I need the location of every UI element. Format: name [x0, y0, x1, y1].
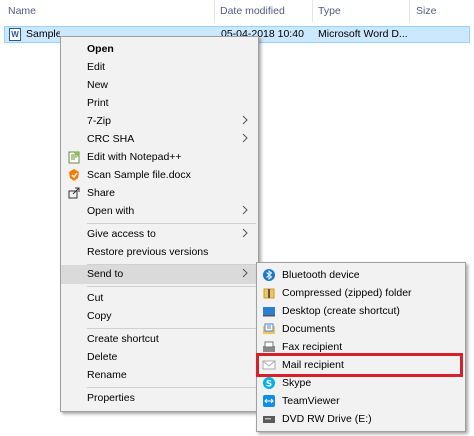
- bluetooth-icon: [263, 269, 275, 281]
- send-to-submenu: Bluetooth device Compressed (zipped) fol…: [256, 262, 466, 432]
- menu-item-edit[interactable]: Edit: [61, 58, 258, 76]
- file-type: Microsoft Word D...: [318, 28, 408, 40]
- menu-item-restore-versions[interactable]: Restore previous versions: [61, 243, 258, 261]
- menu-item-scan[interactable]: Scan Sample file.docx: [61, 166, 258, 184]
- menu-item-new[interactable]: New: [61, 76, 258, 94]
- desktop-icon: [263, 307, 275, 317]
- menu-item-create-shortcut[interactable]: Create shortcut: [61, 330, 258, 348]
- column-name[interactable]: Name: [8, 5, 36, 17]
- zipped-folder-icon: [263, 288, 275, 299]
- menu-item-rename[interactable]: Rename: [61, 366, 258, 384]
- menu-item-open[interactable]: Open: [61, 40, 258, 58]
- menu-item-crc-sha[interactable]: CRC SHA: [61, 130, 258, 148]
- menu-item-delete[interactable]: Delete: [61, 348, 258, 366]
- chevron-right-icon: [242, 205, 248, 215]
- menu-item-send-to[interactable]: Send to: [61, 265, 258, 284]
- menu-item-print[interactable]: Print: [61, 94, 258, 112]
- menu-separator: [87, 387, 256, 388]
- annotation-highlight-box: [256, 353, 463, 377]
- context-menu: Open Edit New Print 7-Zip CRC SHA Edit w…: [60, 36, 259, 412]
- column-divider[interactable]: [409, 0, 410, 22]
- chevron-right-icon: [242, 228, 248, 238]
- menu-separator: [87, 223, 256, 224]
- send-to-teamviewer[interactable]: TeamViewer: [257, 392, 465, 410]
- menu-item-copy[interactable]: Copy: [61, 307, 258, 325]
- skype-icon: S: [263, 377, 275, 390]
- word-document-icon: W: [9, 28, 21, 41]
- menu-item-give-access[interactable]: Give access to: [61, 225, 258, 243]
- send-to-compressed-folder[interactable]: Compressed (zipped) folder: [257, 284, 465, 302]
- column-type[interactable]: Type: [318, 5, 341, 17]
- chevron-right-icon: [242, 133, 248, 143]
- documents-folder-icon: [263, 323, 275, 334]
- notepad-plus-plus-icon: [68, 151, 80, 164]
- svg-text:S: S: [266, 380, 272, 390]
- column-divider[interactable]: [214, 0, 215, 22]
- send-to-dvd-drive[interactable]: DVD RW Drive (E:): [257, 410, 465, 428]
- antivirus-shield-icon: [69, 169, 79, 181]
- menu-item-share[interactable]: Share: [61, 184, 258, 202]
- column-size[interactable]: Size: [416, 5, 436, 17]
- menu-item-open-with[interactable]: Open with: [61, 202, 258, 220]
- fax-icon: [263, 341, 275, 352]
- column-date-modified[interactable]: Date modified: [220, 5, 285, 17]
- menu-item-edit-notepad[interactable]: Edit with Notepad++: [61, 148, 258, 166]
- share-icon: [68, 187, 80, 199]
- teamviewer-icon: [263, 395, 275, 407]
- column-header: Name Date modified Type Size: [0, 0, 474, 22]
- menu-separator: [87, 328, 256, 329]
- send-to-documents[interactable]: Documents: [257, 320, 465, 338]
- send-to-bluetooth[interactable]: Bluetooth device: [257, 266, 465, 284]
- column-divider[interactable]: [312, 0, 313, 22]
- menu-item-properties[interactable]: Properties: [61, 389, 258, 407]
- file-name: Sample file: [26, 28, 60, 40]
- dvd-drive-icon: [263, 416, 275, 423]
- menu-separator: [87, 286, 256, 287]
- send-to-desktop[interactable]: Desktop (create shortcut): [257, 302, 465, 320]
- chevron-right-icon: [242, 115, 248, 125]
- menu-item-7zip[interactable]: 7-Zip: [61, 112, 258, 130]
- menu-item-cut[interactable]: Cut: [61, 289, 258, 307]
- chevron-right-icon: [242, 268, 248, 278]
